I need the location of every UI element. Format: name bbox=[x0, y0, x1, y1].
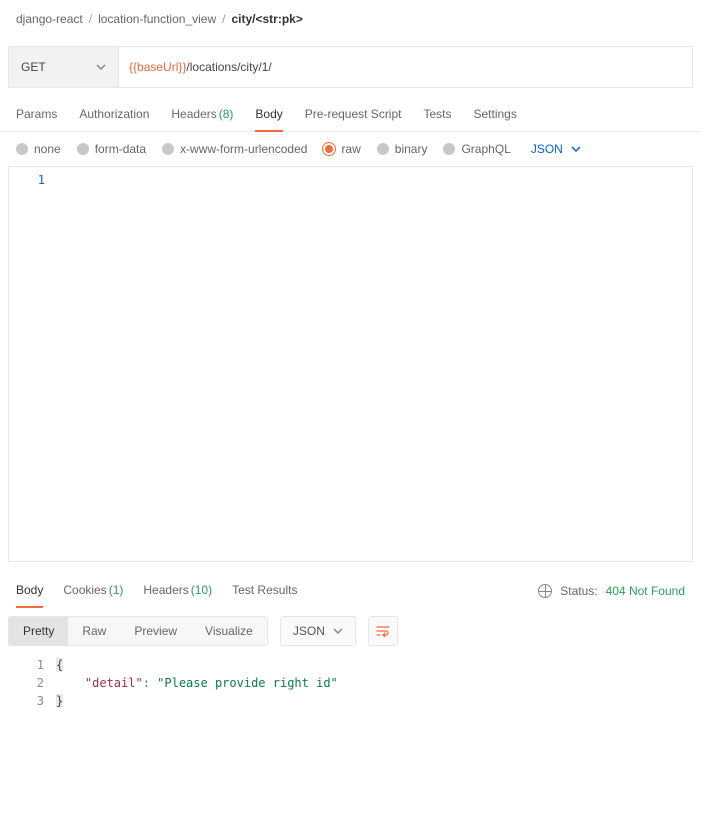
body-type-binary[interactable]: binary bbox=[377, 142, 428, 156]
response-view-row: Pretty Raw Preview Visualize JSON bbox=[0, 608, 701, 654]
breadcrumb-item-folder[interactable]: location-function_view bbox=[98, 12, 216, 26]
response-lang-label: JSON bbox=[293, 624, 325, 638]
response-lang-select[interactable]: JSON bbox=[280, 616, 356, 646]
breadcrumb-separator: / bbox=[222, 12, 225, 26]
radio-icon bbox=[16, 143, 28, 155]
http-method-label: GET bbox=[21, 60, 46, 74]
chevron-down-icon bbox=[333, 626, 343, 636]
tab-headers-count: (8) bbox=[219, 107, 234, 121]
view-visualize-button[interactable]: Visualize bbox=[191, 617, 267, 645]
radio-icon bbox=[443, 143, 455, 155]
tab-body[interactable]: Body bbox=[255, 98, 282, 132]
url-path: /locations/city/1/ bbox=[186, 60, 271, 74]
view-pretty-button[interactable]: Pretty bbox=[9, 617, 68, 645]
editor-content[interactable] bbox=[57, 167, 692, 561]
wrap-lines-button[interactable] bbox=[368, 616, 398, 646]
request-url-input[interactable]: {{baseUrl}}/locations/city/1/ bbox=[119, 47, 692, 87]
status-code: 404 Not Found bbox=[606, 584, 685, 598]
response-body-content: { "detail": "Please provide right id" } bbox=[56, 654, 693, 712]
breadcrumb-item-request[interactable]: city/<str:pk> bbox=[231, 12, 302, 26]
breadcrumb-separator: / bbox=[89, 12, 92, 26]
view-preview-button[interactable]: Preview bbox=[120, 617, 191, 645]
tab-headers[interactable]: Headers (8) bbox=[171, 98, 233, 132]
tab-authorization[interactable]: Authorization bbox=[79, 98, 149, 132]
line-number: 1 bbox=[8, 656, 44, 674]
response-view-toggle: Pretty Raw Preview Visualize bbox=[8, 616, 268, 646]
body-type-graphql[interactable]: GraphQL bbox=[443, 142, 510, 156]
body-type-none[interactable]: none bbox=[16, 142, 61, 156]
line-number: 3 bbox=[8, 692, 44, 710]
response-tab-cookies[interactable]: Cookies (1) bbox=[63, 574, 123, 608]
json-key: "detail" bbox=[85, 676, 143, 690]
json-brace: { bbox=[56, 658, 63, 672]
body-type-selector: none form-data x-www-form-urlencoded raw… bbox=[0, 132, 701, 166]
body-type-xwww[interactable]: x-www-form-urlencoded bbox=[162, 142, 307, 156]
body-type-label: raw bbox=[341, 142, 360, 156]
status-label: Status: bbox=[560, 584, 597, 598]
body-type-label: x-www-form-urlencoded bbox=[180, 142, 307, 156]
response-tab-headers-count: (10) bbox=[191, 583, 212, 597]
request-tabs: Params Authorization Headers (8) Body Pr… bbox=[0, 98, 701, 132]
tab-params[interactable]: Params bbox=[16, 98, 57, 132]
globe-icon[interactable] bbox=[538, 584, 552, 598]
request-body-editor[interactable]: 1 bbox=[8, 166, 693, 562]
response-gutter: 1 2 3 bbox=[8, 654, 56, 712]
editor-gutter: 1 bbox=[9, 167, 57, 561]
radio-icon bbox=[323, 143, 335, 155]
body-type-label: none bbox=[34, 142, 61, 156]
view-raw-button[interactable]: Raw bbox=[68, 617, 120, 645]
breadcrumb-item-collection[interactable]: django-react bbox=[16, 12, 83, 26]
body-lang-select[interactable]: JSON bbox=[531, 142, 581, 156]
response-tabs: Body Cookies (1) Headers (10) Test Resul… bbox=[16, 574, 297, 608]
line-number: 2 bbox=[8, 674, 44, 692]
request-bar: GET {{baseUrl}}/locations/city/1/ bbox=[8, 46, 693, 88]
body-type-label: GraphQL bbox=[461, 142, 510, 156]
url-variable: {{baseUrl}} bbox=[129, 60, 186, 74]
radio-icon bbox=[77, 143, 89, 155]
tab-settings[interactable]: Settings bbox=[474, 98, 517, 132]
response-body-editor[interactable]: 1 2 3 { "detail": "Please provide right … bbox=[8, 654, 693, 712]
line-number: 1 bbox=[9, 173, 45, 187]
body-type-label: binary bbox=[395, 142, 428, 156]
response-tab-headers-label: Headers bbox=[143, 583, 188, 597]
response-status: Status: 404 Not Found bbox=[538, 584, 685, 598]
json-brace: } bbox=[56, 694, 63, 708]
tab-tests[interactable]: Tests bbox=[423, 98, 451, 132]
radio-icon bbox=[377, 143, 389, 155]
wrap-icon bbox=[376, 625, 390, 637]
breadcrumb: django-react / location-function_view / … bbox=[0, 0, 701, 38]
response-header-row: Body Cookies (1) Headers (10) Test Resul… bbox=[0, 574, 701, 608]
response-tab-headers[interactable]: Headers (10) bbox=[143, 574, 212, 608]
tab-headers-label: Headers bbox=[171, 107, 216, 121]
json-string: "Please provide right id" bbox=[157, 676, 338, 690]
body-type-raw[interactable]: raw bbox=[323, 142, 360, 156]
response-tab-cookies-count: (1) bbox=[109, 583, 124, 597]
response-tab-tests[interactable]: Test Results bbox=[232, 574, 297, 608]
tab-prerequest[interactable]: Pre-request Script bbox=[305, 98, 402, 132]
chevron-down-icon bbox=[96, 62, 106, 72]
body-type-formdata[interactable]: form-data bbox=[77, 142, 146, 156]
http-method-select[interactable]: GET bbox=[9, 47, 119, 87]
body-lang-label: JSON bbox=[531, 142, 563, 156]
body-type-label: form-data bbox=[95, 142, 146, 156]
radio-icon bbox=[162, 143, 174, 155]
chevron-down-icon bbox=[571, 144, 581, 154]
response-tab-body[interactable]: Body bbox=[16, 574, 43, 608]
response-tab-cookies-label: Cookies bbox=[63, 583, 106, 597]
json-colon: : bbox=[143, 676, 157, 690]
